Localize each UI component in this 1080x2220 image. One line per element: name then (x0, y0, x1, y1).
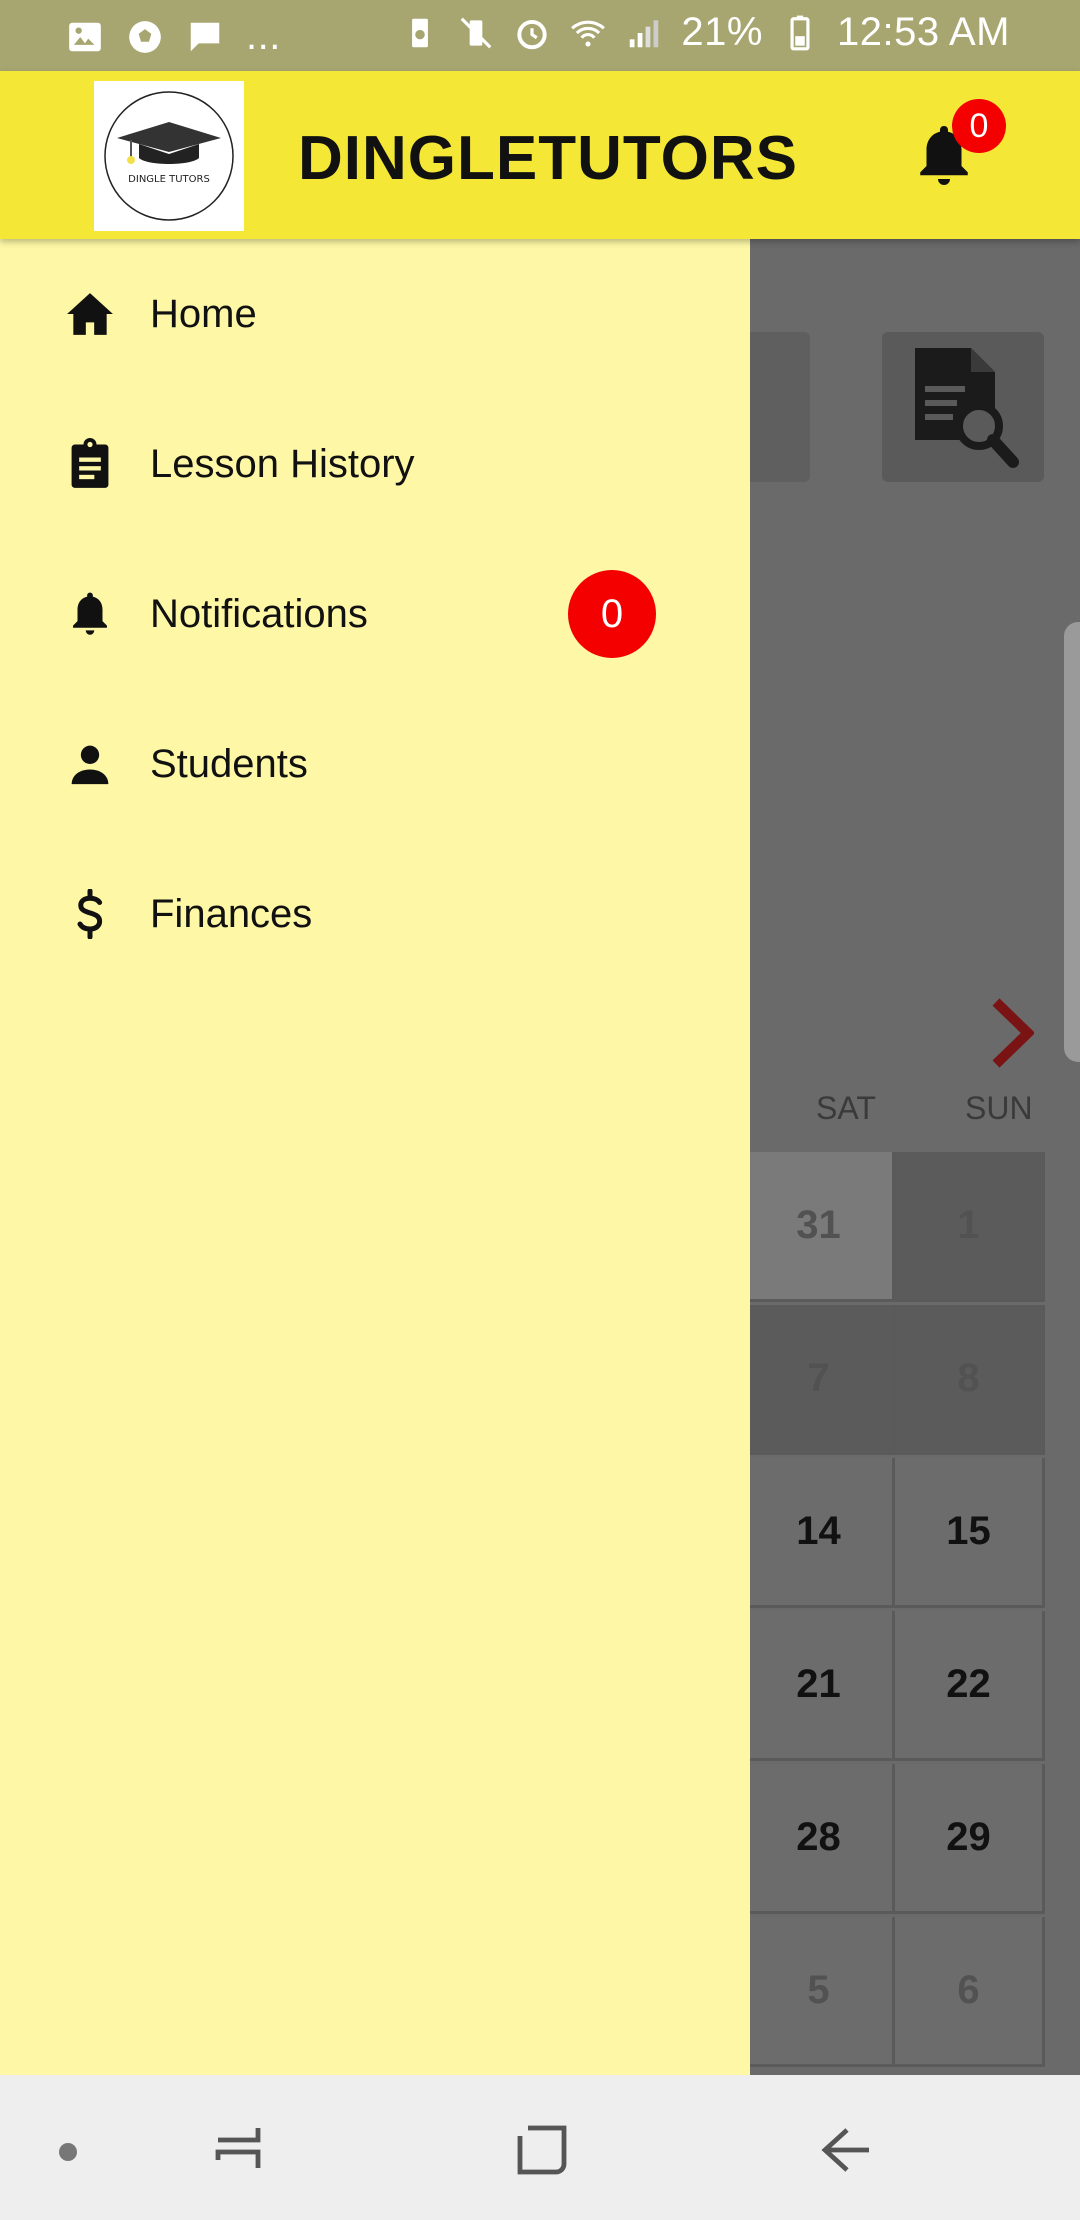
bell-icon (64, 588, 116, 640)
system-nav-bar (0, 2075, 1080, 2220)
report-search-button[interactable] (882, 332, 1044, 482)
battery-percent: 21% (681, 10, 763, 54)
alarm-icon (517, 19, 548, 49)
calendar-day[interactable]: 1 (895, 1152, 1045, 1302)
calendar-day[interactable]: 5 (745, 1917, 895, 2067)
menu-item-home[interactable]: Home (0, 239, 750, 389)
clock: 12:53 AM (836, 10, 1010, 54)
vibrate-mute-icon (461, 17, 492, 48)
drawer-items: Home Lesson History Notifications 0 Stud… (0, 239, 750, 2075)
message-icon (190, 22, 220, 51)
calendar-day[interactable]: 8 (895, 1305, 1045, 1455)
calendar-day[interactable]: 22 (895, 1611, 1045, 1761)
notification-overflow: ... (246, 14, 281, 58)
back-icon[interactable] (815, 2120, 875, 2180)
clipboard-icon (64, 438, 116, 490)
menu-item-finances[interactable]: Finances (0, 839, 750, 989)
calendar-day[interactable]: 28 (745, 1764, 895, 1914)
wifi-icon (571, 20, 606, 47)
menu-label: Students (150, 741, 308, 786)
soccer-ball-icon (129, 20, 161, 53)
home-button-icon[interactable] (512, 2120, 572, 2180)
calendar-day[interactable]: 29 (895, 1764, 1045, 1914)
person-icon (64, 738, 116, 790)
logo-text: DINGLE TUTORS (128, 174, 210, 185)
app-bar: DINGLE TUTORS DINGLETUTORS 0 (0, 71, 1080, 239)
menu-label: Lesson History (150, 441, 415, 486)
day-header-sun: SUN (965, 1090, 1033, 1126)
calendar-day[interactable]: 6 (895, 1917, 1045, 2067)
calendar-day[interactable]: 7 (745, 1305, 895, 1455)
battery-saver-icon (412, 18, 429, 47)
app-logo[interactable]: DINGLE TUTORS (94, 81, 244, 231)
calendar-day[interactable]: 15 (895, 1458, 1045, 1608)
menu-label: Finances (150, 891, 313, 936)
chevron-right-icon[interactable] (990, 998, 1034, 1068)
status-bar: ... 21% 12:53 AM (0, 0, 1080, 71)
battery-icon (790, 15, 810, 50)
menu-item-notifications[interactable]: Notifications 0 (0, 539, 750, 689)
menu-label: Home (150, 291, 257, 336)
document-search-icon (915, 348, 1019, 468)
menu-item-lesson-history[interactable]: Lesson History (0, 389, 750, 539)
calendar-day[interactable]: 21 (745, 1611, 895, 1761)
signal-icon (630, 19, 659, 47)
graduation-cap-logo: DINGLE TUTORS (104, 91, 234, 221)
recent-apps-icon[interactable] (210, 2120, 270, 2180)
menu-label: Notifications (150, 591, 368, 636)
menu-item-students[interactable]: Students (0, 689, 750, 839)
nav-dot-indicator[interactable] (59, 2143, 77, 2161)
home-icon (64, 288, 116, 340)
calendar-day[interactable]: 14 (745, 1458, 895, 1608)
scroll-handle[interactable] (1064, 622, 1080, 1062)
notification-count-badge: 0 (952, 99, 1006, 153)
dollar-icon (64, 888, 116, 940)
calendar-day[interactable]: 31 (745, 1152, 895, 1302)
day-header-sat: SAT (816, 1090, 876, 1126)
app-title: DINGLETUTORS (298, 124, 798, 193)
notifications-count-badge: 0 (568, 570, 656, 658)
image-icon (69, 22, 101, 51)
